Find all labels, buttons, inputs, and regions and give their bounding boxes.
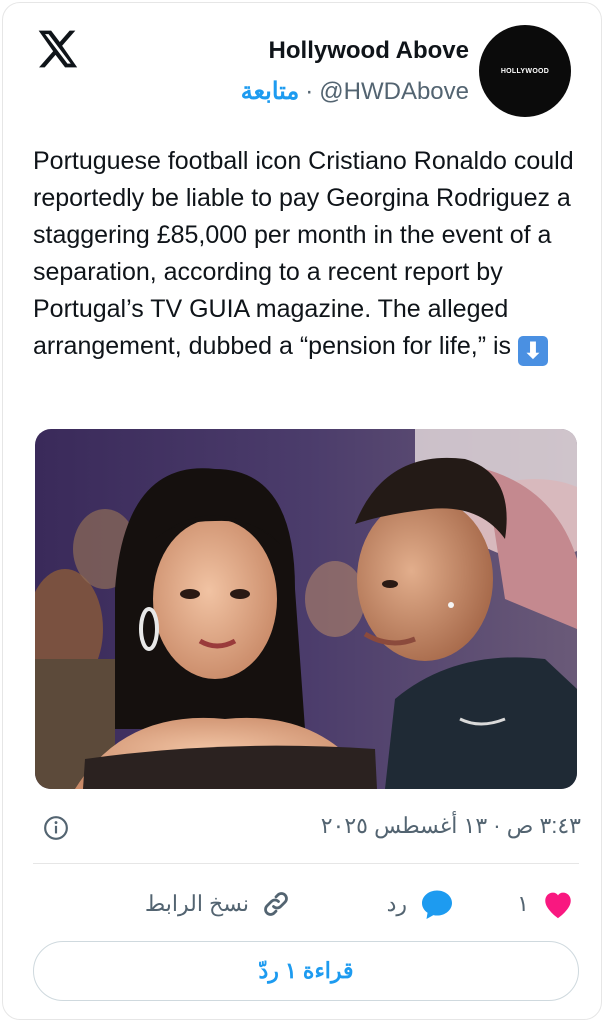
handle-row: متابعة · @HWDAbove (241, 77, 469, 106)
tweet-text: Portuguese football icon Cristiano Ronal… (33, 143, 583, 366)
copy-link-button[interactable]: نسخ الرابط (145, 881, 291, 927)
follow-link[interactable]: متابعة (241, 77, 300, 106)
timestamp[interactable]: ٣:٤٣ ص · ١٣ أغسطس ٢٠٢٥ (321, 813, 581, 839)
copy-link-label: نسخ الرابط (144, 891, 249, 916)
tweet-body: Portuguese football icon Cristiano Ronal… (33, 147, 574, 360)
tweet-photo[interactable] (35, 429, 577, 789)
separator-dot: · (305, 77, 314, 105)
info-icon[interactable] (43, 815, 69, 841)
divider (33, 863, 579, 864)
author-name[interactable]: Hollywood Above (269, 37, 469, 65)
reply-button[interactable]: رد (387, 881, 455, 927)
reply-label: رد (386, 891, 407, 916)
heart-icon (545, 892, 571, 919)
x-logo-icon[interactable] (35, 27, 79, 71)
tweet-card: HOLLYWOOD Hollywood Above متابعة · @HWDA… (2, 2, 602, 1020)
read-replies-button[interactable]: قراءة ١ ردّ (33, 941, 579, 1001)
like-button[interactable]: ١ (517, 881, 575, 927)
like-count: ١ (517, 891, 529, 916)
avatar[interactable]: HOLLYWOOD (479, 25, 571, 117)
photo-illustration (35, 429, 577, 789)
author-handle[interactable]: @HWDAbove (319, 78, 469, 106)
action-bar: ١ رد نسخ الرابط (33, 881, 581, 927)
avatar-text: HOLLYWOOD (500, 67, 550, 75)
reply-bubble-icon (422, 890, 452, 919)
meta-row: ٣:٤٣ ص · ١٣ أغسطس ٢٠٢٥ (33, 811, 581, 845)
down-arrow-emoji-icon: ⬇ (518, 336, 549, 366)
link-icon (264, 892, 288, 916)
